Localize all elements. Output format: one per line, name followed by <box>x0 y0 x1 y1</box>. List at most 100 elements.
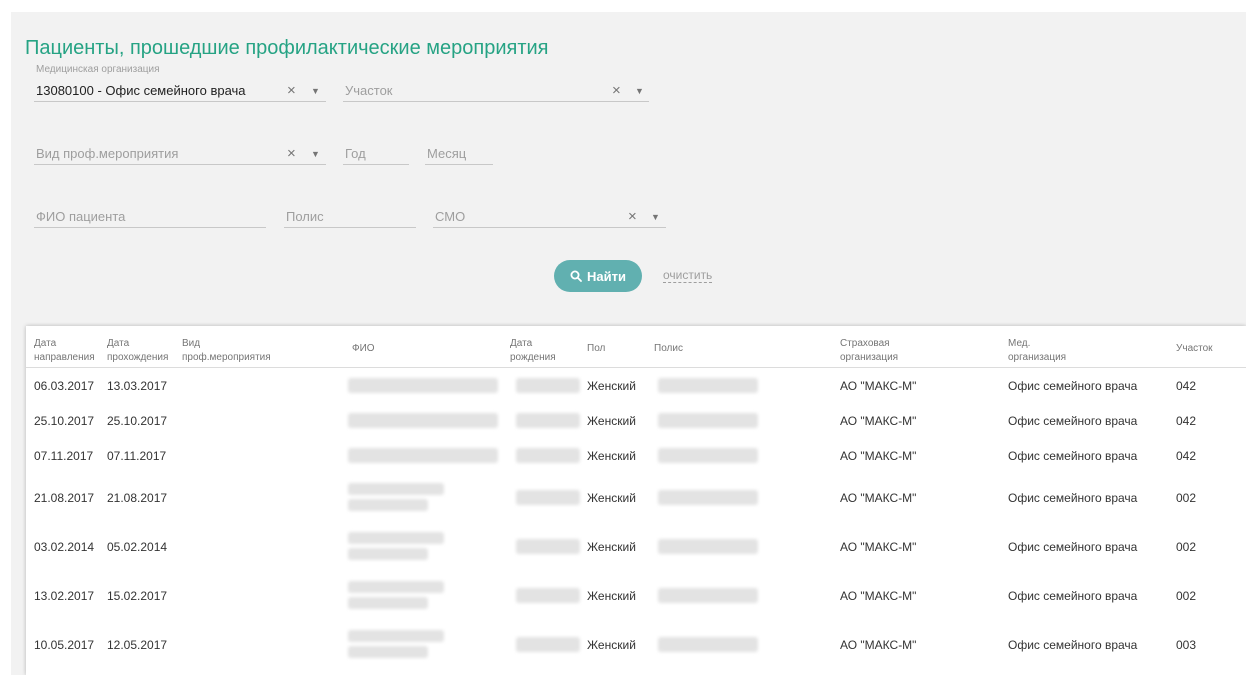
vid-placeholder: Вид проф.мероприятия <box>36 146 179 161</box>
cell-date-napr: 21.08.2017 <box>34 491 95 505</box>
cell-uchastok: 002 <box>1176 491 1197 505</box>
cell-date-napr: 25.10.2017 <box>34 414 95 428</box>
redacted-polis <box>658 539 758 554</box>
redacted-birthdate <box>516 539 580 554</box>
page-title: Пациенты, прошедшие профилактические мер… <box>25 37 549 59</box>
redacted-polis <box>658 637 758 652</box>
clear-icon[interactable]: × <box>612 82 621 99</box>
redacted-fio <box>348 483 444 495</box>
month-input[interactable]: Месяц <box>425 143 493 165</box>
cell-date-napr: 06.03.2017 <box>34 379 95 393</box>
redacted-polis <box>658 448 758 463</box>
cell-pol: Женский <box>587 414 636 428</box>
vid-select[interactable]: Вид проф.мероприятия × ▼ <box>34 143 326 165</box>
cell-pol: Женский <box>587 379 636 393</box>
cell-date-prokh: 25.10.2017 <box>107 414 168 428</box>
clear-icon[interactable]: × <box>628 208 637 225</box>
cell-pol: Женский <box>587 449 636 463</box>
header-date-prokh[interactable]: Дата прохождения <box>107 337 168 365</box>
header-date-napr[interactable]: Дата направления <box>34 337 95 365</box>
redacted-fio <box>348 581 444 593</box>
cell-date-napr: 13.02.2017 <box>34 589 95 603</box>
redacted-birthdate <box>516 413 580 428</box>
find-button-label: Найти <box>587 268 626 284</box>
smo-placeholder: СМО <box>435 209 466 224</box>
results-table: Дата направления Дата прохождения Вид пр… <box>26 326 1246 675</box>
redacted-polis <box>658 378 758 393</box>
fio-placeholder: ФИО пациента <box>36 209 126 224</box>
find-button[interactable]: Найти <box>554 260 642 292</box>
smo-select[interactable]: СМО × ▼ <box>433 206 666 228</box>
cell-strakh: АО "МАКС-М" <box>840 540 917 554</box>
polis-placeholder: Полис <box>286 209 324 224</box>
redacted-fio <box>348 378 498 393</box>
cell-med: Офис семейного врача <box>1008 540 1138 554</box>
cell-pol: Женский <box>587 638 636 652</box>
med-org-value: 13080100 - Офис семейного врача <box>36 83 246 98</box>
cell-date-napr: 10.05.2017 <box>34 638 95 652</box>
clear-filters-link[interactable]: очистить <box>663 268 713 283</box>
cell-med: Офис семейного врача <box>1008 379 1138 393</box>
header-polis[interactable]: Полис <box>654 342 683 356</box>
cell-uchastok: 002 <box>1176 540 1197 554</box>
table-row[interactable]: 06.03.2017 13.03.2017 Женский АО "МАКС-М" Оф… <box>26 368 1246 403</box>
table-row[interactable]: 10.05.2017 12.05.2017 Женский АО "МАКС-М" Оф… <box>26 620 1246 669</box>
search-icon <box>570 270 582 282</box>
polis-input[interactable]: Полис <box>284 206 416 228</box>
cell-date-napr: 03.02.2014 <box>34 540 95 554</box>
fio-input[interactable]: ФИО пациента <box>34 206 266 228</box>
cell-med: Офис семейного врача <box>1008 491 1138 505</box>
redacted-fio <box>348 448 498 463</box>
header-med[interactable]: Мед. организация <box>1008 337 1066 365</box>
header-strakh[interactable]: Страховая организация <box>840 337 898 365</box>
redacted-fio <box>348 630 444 642</box>
cell-date-prokh: 21.08.2017 <box>107 491 168 505</box>
table-row[interactable]: 25.10.2017 25.10.2017 Женский АО "МАКС-М" Оф… <box>26 403 1246 438</box>
header-fio[interactable]: ФИО <box>352 342 375 356</box>
table-row[interactable]: 07.11.2017 07.11.2017 Женский АО "МАКС-М" Оф… <box>26 438 1246 473</box>
table-row[interactable]: 03.02.2014 05.02.2014 Женский АО "МАКС-М" Оф… <box>26 522 1246 571</box>
table-header: Дата направления Дата прохождения Вид пр… <box>26 326 1246 368</box>
redacted-polis <box>658 413 758 428</box>
redacted-fio <box>348 532 444 544</box>
redacted-fio <box>348 499 428 511</box>
table-row[interactable]: 21.08.2017 21.08.2017 Женский АО "МАКС-М" Оф… <box>26 473 1246 522</box>
redacted-birthdate <box>516 588 580 603</box>
cell-med: Офис семейного врача <box>1008 414 1138 428</box>
month-placeholder: Месяц <box>427 146 467 161</box>
table-row[interactable]: 13.02.2017 15.02.2017 Женский АО "МАКС-М" Оф… <box>26 571 1246 620</box>
cell-strakh: АО "МАКС-М" <box>840 379 917 393</box>
header-uchastok[interactable]: Участок <box>1176 342 1213 356</box>
cell-date-prokh: 12.05.2017 <box>107 638 168 652</box>
cell-date-prokh: 13.03.2017 <box>107 379 168 393</box>
chevron-down-icon[interactable]: ▼ <box>311 86 320 96</box>
header-date-rozhd[interactable]: Дата рождения <box>510 337 556 365</box>
uchastok-select[interactable]: Участок × ▼ <box>343 80 649 102</box>
cell-strakh: АО "МАКС-М" <box>840 449 917 463</box>
chevron-down-icon[interactable]: ▼ <box>635 86 644 96</box>
clear-icon[interactable]: × <box>287 82 296 99</box>
header-pol[interactable]: Пол <box>587 342 605 356</box>
cell-med: Офис семейного врача <box>1008 589 1138 603</box>
cell-date-prokh: 05.02.2014 <box>107 540 168 554</box>
redacted-birthdate <box>516 637 580 652</box>
med-org-label: Медицинская организация <box>36 64 160 75</box>
cell-uchastok: 042 <box>1176 449 1197 463</box>
cell-pol: Женский <box>587 589 636 603</box>
cell-pol: Женский <box>587 491 636 505</box>
cell-med: Офис семейного врача <box>1008 638 1138 652</box>
year-placeholder: Год <box>345 146 366 161</box>
med-org-select[interactable]: Медицинская организация 13080100 - Офис … <box>34 64 326 102</box>
cell-strakh: АО "МАКС-М" <box>840 491 917 505</box>
chevron-down-icon[interactable]: ▼ <box>311 149 320 159</box>
clear-icon[interactable]: × <box>287 145 296 162</box>
header-vid[interactable]: Вид проф.мероприятия <box>182 337 271 365</box>
chevron-down-icon[interactable]: ▼ <box>651 212 660 222</box>
cell-uchastok: 042 <box>1176 379 1197 393</box>
redacted-birthdate <box>516 448 580 463</box>
cell-pol: Женский <box>587 540 636 554</box>
redacted-polis <box>658 490 758 505</box>
year-input[interactable]: Год <box>343 143 409 165</box>
cell-date-napr: 07.11.2017 <box>34 449 94 463</box>
cell-uchastok: 042 <box>1176 414 1197 428</box>
